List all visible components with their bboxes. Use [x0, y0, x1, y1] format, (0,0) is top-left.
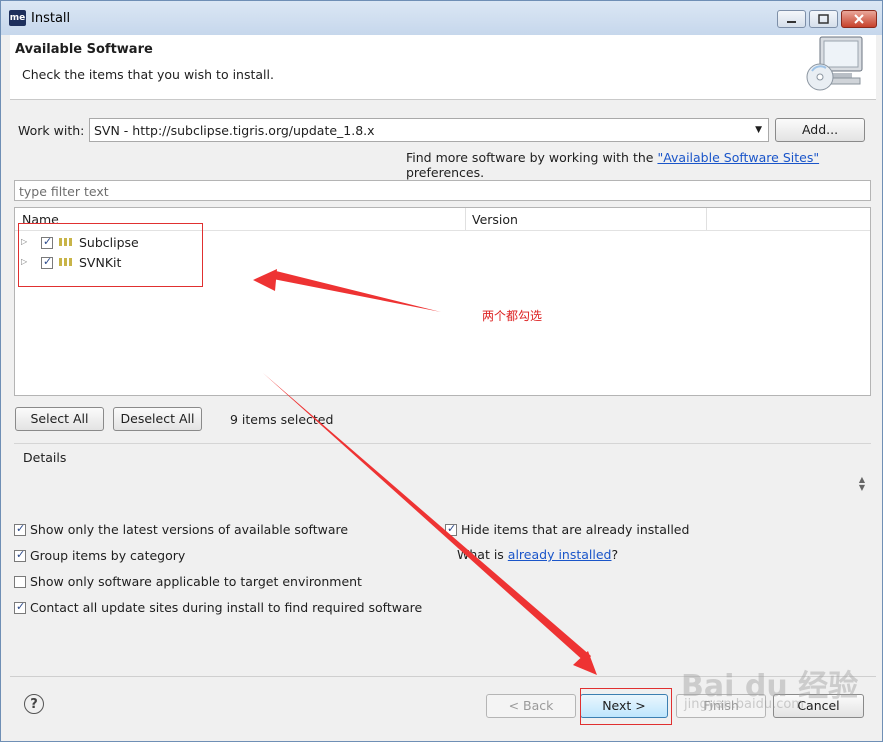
what-is-suffix: ?: [611, 547, 619, 562]
already-installed-link[interactable]: already installed: [508, 547, 612, 562]
work-with-combo[interactable]: SVN - http://subclipse.tigris.org/update…: [89, 118, 769, 142]
option-label: Hide items that are already installed: [461, 522, 690, 537]
help-icon[interactable]: ?: [24, 694, 44, 714]
group-by-category-checkbox[interactable]: [14, 548, 26, 562]
column-divider[interactable]: [465, 208, 466, 230]
install-monitor-icon: [806, 36, 863, 91]
deselect-all-button[interactable]: Deselect All: [113, 407, 202, 431]
selection-status: 9 items selected: [230, 412, 334, 427]
option-label: Group items by category: [30, 548, 186, 563]
watermark-url: jingyan.baidu.com: [684, 697, 804, 712]
close-button[interactable]: [841, 10, 877, 28]
add-site-button[interactable]: Add...: [775, 118, 865, 142]
select-all-button[interactable]: Select All: [15, 407, 104, 431]
column-version-header[interactable]: Version: [472, 212, 518, 227]
install-dialog: me Install Available Software Check the …: [0, 0, 883, 742]
find-more-text: Find more software by working with the "…: [406, 150, 882, 180]
applicable-only-checkbox[interactable]: [14, 576, 26, 588]
annotation-note: 两个都勾选: [482, 309, 543, 323]
chevron-down-icon: ▼: [755, 125, 762, 135]
option-label: Show only the latest versions of availab…: [30, 522, 349, 537]
available-software-sites-link[interactable]: "Available Software Sites": [657, 150, 819, 165]
work-with-label: Work with:: [18, 123, 85, 138]
what-is-installed-text: What is already installed?: [457, 547, 618, 562]
app-icon: me: [9, 10, 26, 26]
what-is-prefix: What is: [457, 547, 504, 562]
find-more-suffix: preferences.: [406, 165, 485, 180]
annotation-next-highlight: [580, 688, 672, 725]
maximize-icon: [818, 14, 829, 24]
filter-input[interactable]: [17, 182, 861, 201]
maximize-button[interactable]: [809, 10, 838, 28]
page-title: Available Software: [15, 42, 153, 57]
details-label: Details: [23, 450, 67, 465]
details-scrollbar[interactable]: ▲ ▼: [859, 476, 865, 492]
latest-versions-checkbox[interactable]: [14, 522, 26, 536]
find-more-prefix: Find more software by working with the: [406, 150, 654, 165]
option-label: Show only software applicable to target …: [30, 574, 362, 589]
hide-installed-checkbox[interactable]: [445, 522, 457, 536]
contact-sites-checkbox[interactable]: [14, 600, 26, 614]
minimize-button[interactable]: [777, 10, 806, 28]
minimize-icon: [787, 21, 796, 23]
details-group: Details ▲ ▼: [14, 443, 871, 514]
close-icon: [854, 14, 864, 24]
page-subtitle: Check the items that you wish to install…: [22, 67, 274, 82]
annotation-highlight-box: [18, 223, 203, 287]
back-button[interactable]: < Back: [486, 694, 576, 718]
option-label: Contact all update sites during install …: [30, 600, 423, 615]
work-with-value: SVN - http://subclipse.tigris.org/update…: [94, 123, 375, 138]
window-title: Install: [31, 11, 71, 26]
title-bar: me Install: [1, 1, 882, 35]
column-divider[interactable]: [706, 208, 707, 230]
dialog-header: Available Software Check the items that …: [10, 35, 876, 100]
filter-field[interactable]: [14, 180, 871, 201]
